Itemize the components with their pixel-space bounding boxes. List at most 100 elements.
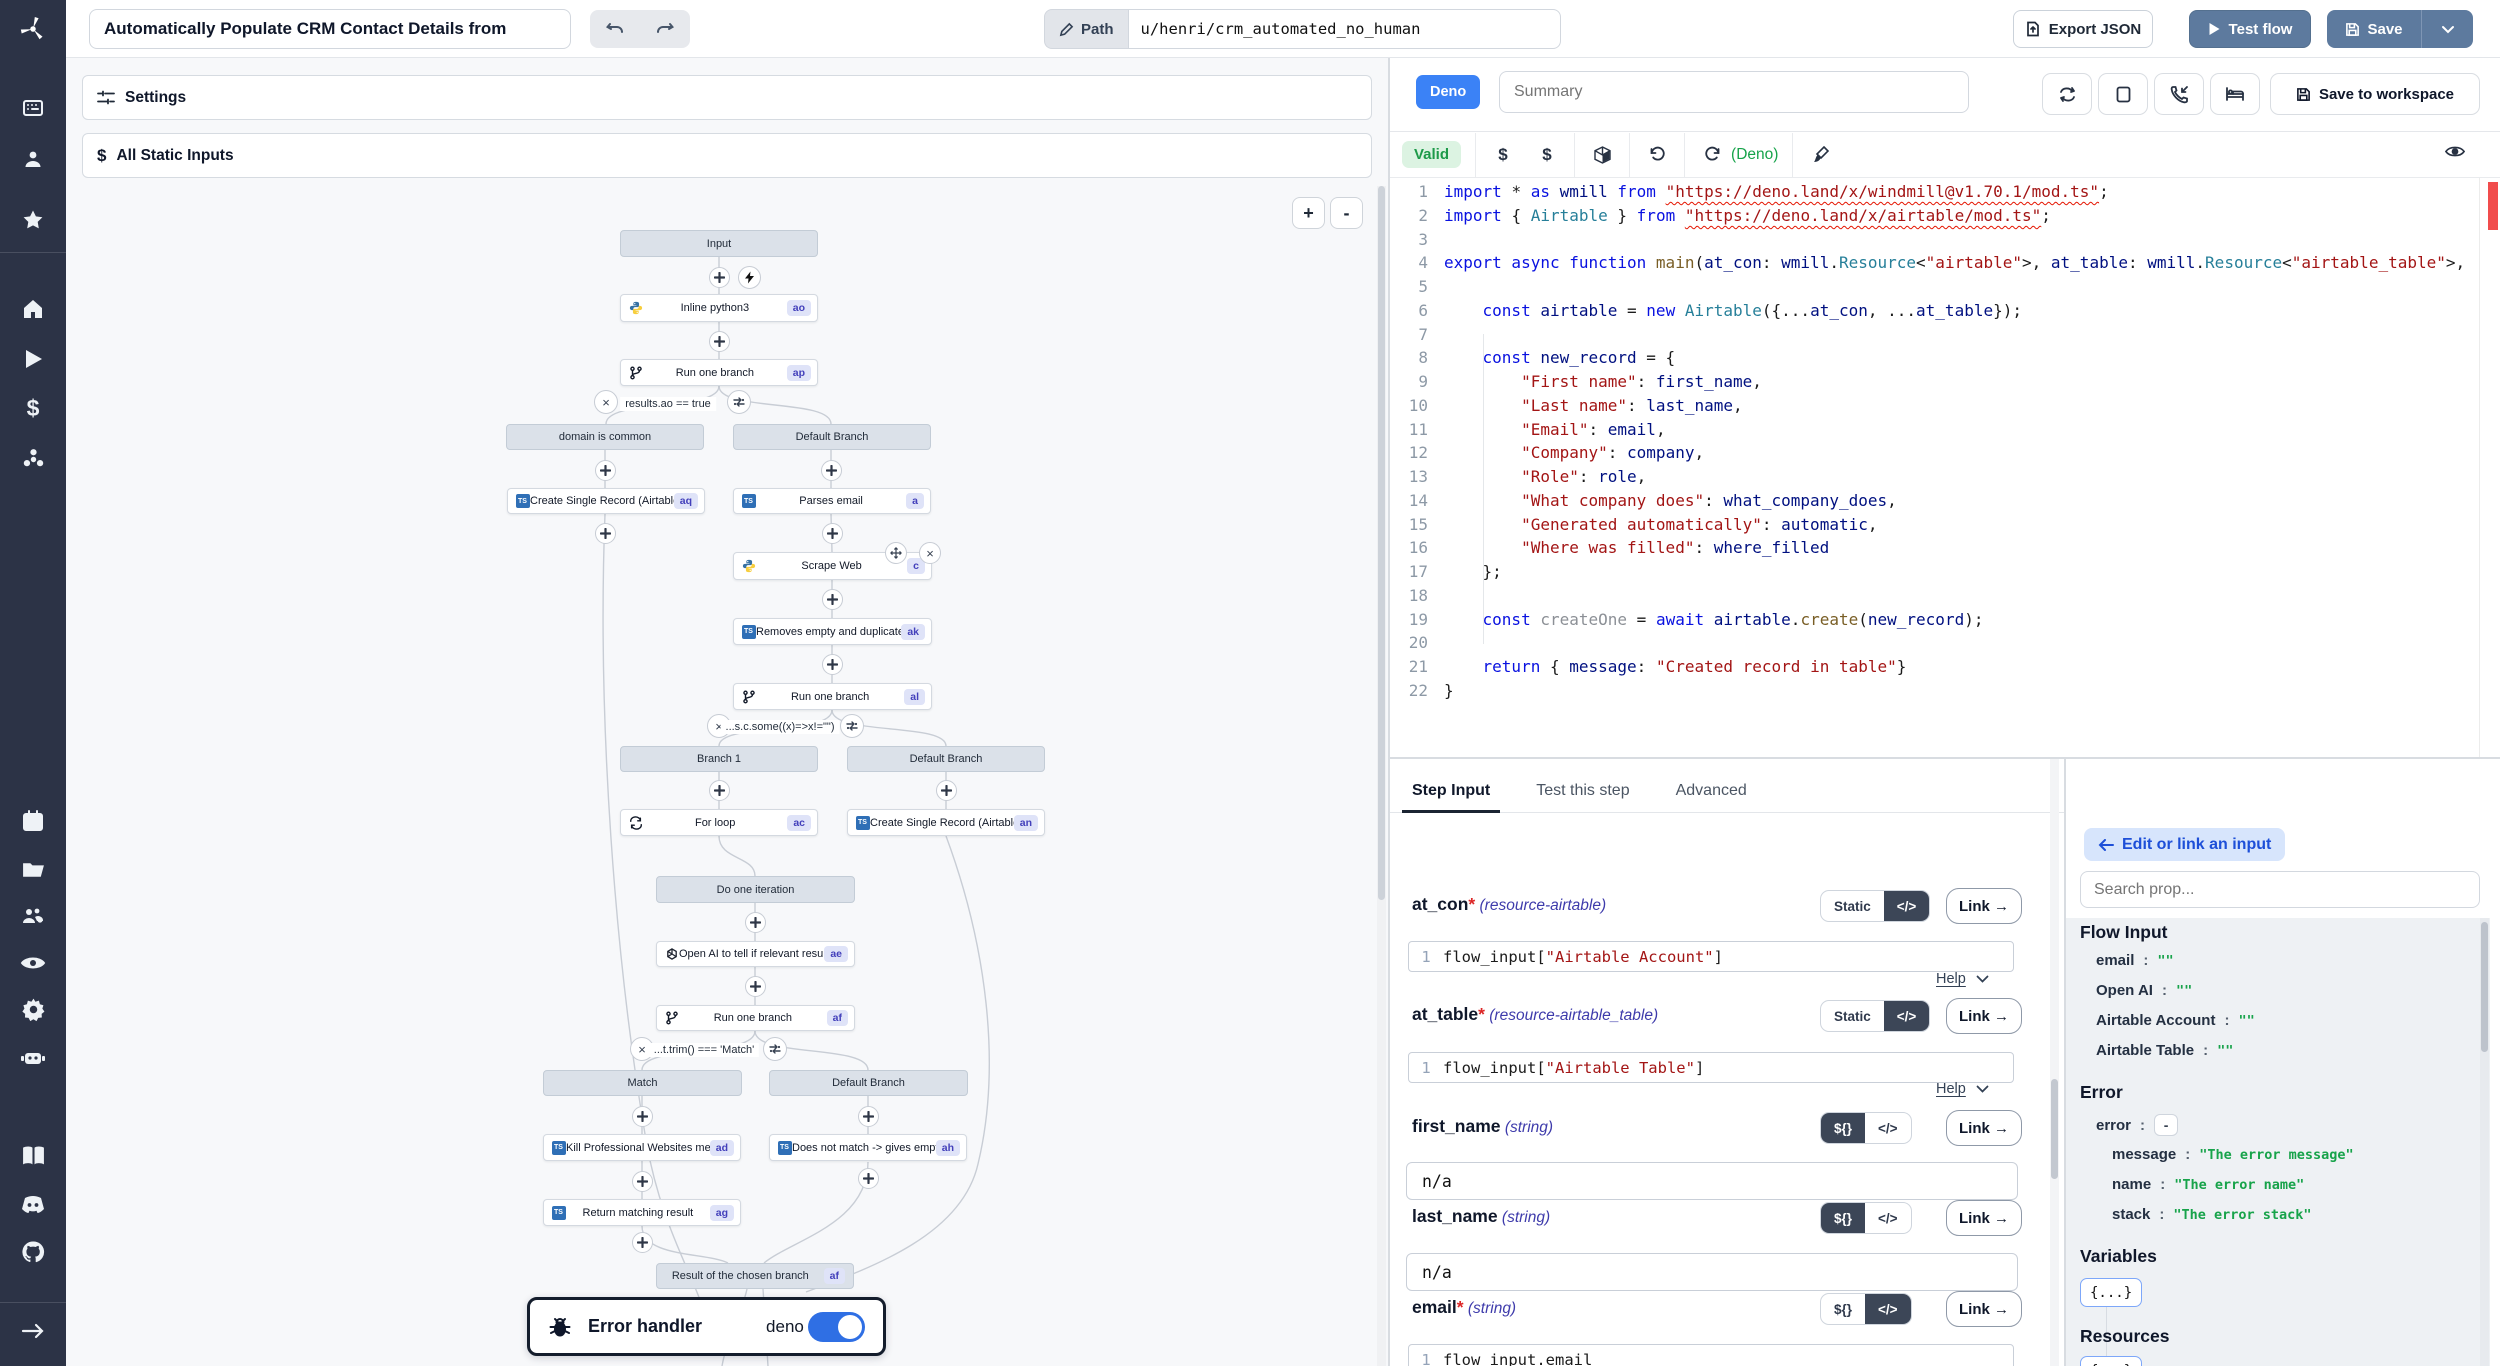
add-step-button[interactable] <box>858 1106 879 1127</box>
flow-node-domain-is-common[interactable]: domain is common <box>506 424 704 450</box>
sidebar-item-favorites[interactable] <box>20 207 46 233</box>
add-step-button[interactable] <box>709 780 730 801</box>
sidebar-item-docs[interactable] <box>20 1143 46 1169</box>
expand-object-button[interactable]: {...} <box>2080 1356 2142 1366</box>
undo-button[interactable] <box>595 14 635 44</box>
stop-button[interactable] <box>2098 73 2148 115</box>
toggle-static[interactable]: Static <box>1821 1001 1884 1031</box>
prop-row-Airtable Account[interactable]: Airtable Account:"" <box>2096 1012 2255 1029</box>
sidebar-item-apps[interactable] <box>20 95 46 121</box>
sidebar-item-home[interactable] <box>20 296 46 322</box>
add-step-button[interactable] <box>632 1171 653 1192</box>
refresh-button[interactable] <box>2042 73 2092 115</box>
toggle-template[interactable]: ${} <box>1821 1113 1865 1143</box>
flow-node-inline-python3[interactable]: Inline python3ao <box>620 294 818 322</box>
flow-node-run-one-branch-al[interactable]: Run one branchal <box>733 683 932 710</box>
toggle-code[interactable]: </> <box>1865 1294 1911 1324</box>
prop-row-name[interactable]: name:"The error name" <box>2112 1176 2304 1193</box>
flow-node-default-branch-1[interactable]: Default Branch <box>733 424 931 450</box>
input-mode-toggle[interactable]: ${}</> <box>1820 1112 1912 1144</box>
expression-editor-email[interactable]: 1flow_input.email <box>1408 1344 2014 1366</box>
flow-node-result-chosen-branch[interactable]: Result of the chosen branchaf <box>656 1263 854 1289</box>
tab-test-this-step[interactable]: Test this step <box>1536 769 1629 812</box>
code-editor[interactable]: 1import * as wmill from "https://deno.la… <box>1390 178 2500 758</box>
export-json-button[interactable]: Export JSON <box>2013 10 2153 48</box>
prop-row-error[interactable]: error:- <box>2096 1114 2178 1136</box>
prop-row-email[interactable]: email:"" <box>2096 952 2174 969</box>
add-step-button[interactable] <box>822 589 843 610</box>
all-static-inputs-bar[interactable]: $ All Static Inputs <box>82 133 1372 178</box>
sidebar-item-schedules[interactable] <box>20 808 46 834</box>
value-input-last_name[interactable]: n/a <box>1406 1253 2018 1291</box>
add-step-button[interactable] <box>745 912 766 933</box>
error-handler-toggle[interactable] <box>808 1312 865 1342</box>
collapse-error-button[interactable]: - <box>2154 1114 2178 1136</box>
add-step-button[interactable] <box>709 267 730 288</box>
format-button[interactable] <box>1807 146 1833 163</box>
flow-node-run-one-branch-ap[interactable]: Run one branchap <box>620 359 818 386</box>
sleep-button[interactable] <box>2210 73 2260 115</box>
sidebar-item-resources[interactable] <box>20 446 46 472</box>
sidebar-item-workers[interactable] <box>20 1044 46 1070</box>
value-input-first_name[interactable]: n/a <box>1406 1162 2018 1200</box>
save-dropdown-button[interactable] <box>2421 10 2473 48</box>
input-mode-toggle[interactable]: Static</> <box>1820 1000 1930 1032</box>
add-step-button[interactable] <box>595 523 616 544</box>
reset-button[interactable] <box>1644 146 1670 163</box>
flow-node-default-branch-3[interactable]: Default Branch <box>769 1070 968 1096</box>
add-step-button[interactable] <box>709 331 730 352</box>
sidebar-item-github[interactable] <box>20 1239 46 1265</box>
link-input-button[interactable]: Link → <box>1946 888 2022 924</box>
link-input-button[interactable]: Link → <box>1946 1291 2022 1327</box>
flow-title-input[interactable] <box>89 9 571 49</box>
sidebar-item-variables[interactable]: $ <box>20 395 46 421</box>
prop-row-Open AI[interactable]: Open AI:"" <box>2096 982 2192 999</box>
flow-node-branch-1[interactable]: Branch 1 <box>620 746 818 772</box>
windmill-logo[interactable] <box>0 0 66 58</box>
input-mode-toggle[interactable]: Static</> <box>1820 890 1930 922</box>
save-button[interactable]: Save <box>2327 10 2421 48</box>
branch-compare-button[interactable] <box>763 1037 787 1061</box>
search-prop-input[interactable] <box>2080 871 2480 908</box>
add-step-button[interactable] <box>745 976 766 997</box>
add-step-button[interactable] <box>858 1168 879 1189</box>
toggle-code[interactable]: </> <box>1865 1113 1911 1143</box>
add-step-button[interactable] <box>632 1232 653 1253</box>
add-step-button[interactable] <box>822 523 843 544</box>
summary-input[interactable] <box>1499 71 1969 113</box>
add-step-button[interactable] <box>936 780 957 801</box>
toggle-template[interactable]: ${} <box>1821 1203 1865 1233</box>
branch-compare-button[interactable] <box>727 390 751 414</box>
edit-or-link-input-button[interactable]: Edit or link an input <box>2084 828 2285 861</box>
tab-advanced[interactable]: Advanced <box>1676 769 1747 812</box>
help-link[interactable]: Help <box>1936 1081 1989 1097</box>
sidebar-item-user[interactable] <box>20 146 46 172</box>
flow-node-openai-relevant-result[interactable]: Open AI to tell if relevant resultae <box>656 941 855 967</box>
input-mode-toggle[interactable]: ${}</> <box>1820 1202 1912 1234</box>
add-step-button[interactable] <box>632 1106 653 1127</box>
sidebar-item-runs-play[interactable] <box>20 346 46 372</box>
trigger-bolt-button[interactable] <box>738 266 761 289</box>
expand-object-button[interactable]: {...} <box>2080 1278 2142 1307</box>
panel-divider-horizontal[interactable] <box>1390 757 2500 759</box>
flow-settings-bar[interactable]: Settings <box>82 75 1372 120</box>
panel-divider-vertical-2[interactable] <box>2064 759 2066 1366</box>
vars-dollar-button[interactable]: $ <box>1534 145 1560 165</box>
input-mode-toggle[interactable]: ${}</> <box>1820 1293 1912 1325</box>
flow-node-match[interactable]: Match <box>543 1070 742 1096</box>
flow-scrollbar[interactable] <box>1377 186 1386 1366</box>
zoom-in-button[interactable]: + <box>1292 197 1325 229</box>
toggle-code[interactable]: </> <box>1865 1203 1911 1233</box>
toggle-code[interactable]: </> <box>1884 891 1930 921</box>
move-node-button[interactable] <box>885 542 907 564</box>
remove-branch-button[interactable]: × <box>594 390 618 414</box>
zoom-out-button[interactable]: - <box>1330 197 1363 229</box>
flow-node-do-one-iteration[interactable]: Do one iteration <box>656 876 855 903</box>
inspector-scrollbar[interactable] <box>2480 918 2489 1366</box>
flow-node-parses-email[interactable]: TSParses emaila <box>733 488 931 514</box>
language-badge[interactable]: Deno <box>1416 75 1480 109</box>
sidebar-item-groups[interactable] <box>20 902 46 928</box>
toggle-static[interactable]: Static <box>1821 891 1884 921</box>
flow-node-create-single-record-aq[interactable]: TSCreate Single Record (Airtable)aq <box>507 488 705 514</box>
flow-node-does-not-match-empty[interactable]: TSDoes not match -> gives empty valueah <box>769 1134 967 1161</box>
